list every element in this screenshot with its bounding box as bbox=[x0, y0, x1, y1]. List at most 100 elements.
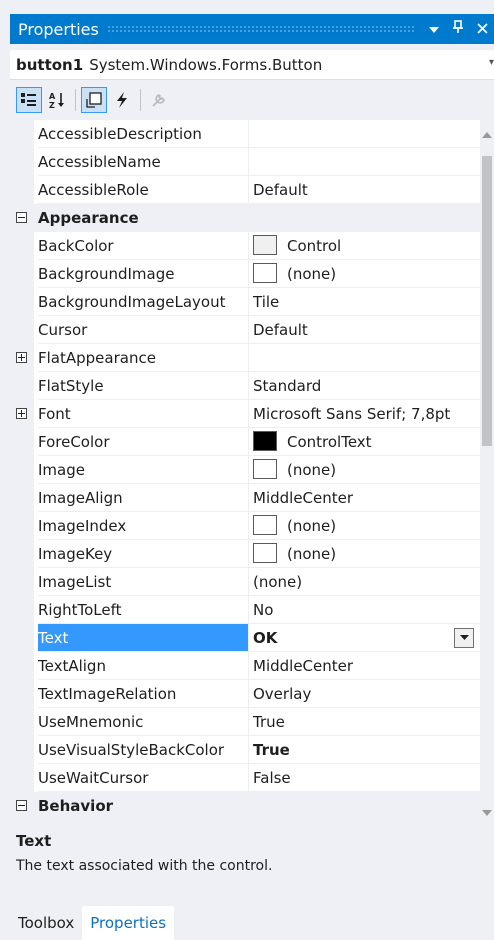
expand-icon[interactable] bbox=[16, 352, 27, 363]
chevron-down-icon[interactable]: ▾ bbox=[489, 57, 494, 68]
property-value[interactable]: True bbox=[248, 708, 480, 736]
collapse-icon[interactable] bbox=[16, 212, 27, 223]
dropdown-icon[interactable] bbox=[422, 14, 446, 44]
object-type: System.Windows.Forms.Button bbox=[89, 55, 323, 74]
property-value[interactable]: Control bbox=[248, 232, 480, 260]
property-name: AccessibleDescription bbox=[38, 120, 248, 148]
property-pages-icon bbox=[146, 87, 172, 113]
events-icon[interactable] bbox=[109, 87, 135, 113]
alphabetical-icon[interactable]: A Z bbox=[44, 87, 70, 113]
property-value[interactable] bbox=[248, 148, 480, 176]
property-value-text: (none) bbox=[253, 573, 303, 591]
property-row[interactable]: AccessibleDescription bbox=[10, 120, 480, 148]
svg-text:Z: Z bbox=[49, 101, 55, 109]
property-row[interactable]: Image (none) bbox=[10, 456, 480, 484]
properties-title-bar: Properties bbox=[10, 14, 494, 44]
description-pane: Text The text associated with the contro… bbox=[10, 828, 494, 898]
property-value[interactable]: OK bbox=[248, 624, 480, 652]
property-value[interactable]: (none) bbox=[248, 540, 480, 568]
row-gutter bbox=[10, 260, 34, 288]
close-icon[interactable] bbox=[470, 14, 494, 44]
property-name: BackgroundImageLayout bbox=[38, 288, 248, 316]
property-value[interactable] bbox=[248, 120, 480, 148]
property-value[interactable]: (none) bbox=[248, 260, 480, 288]
property-row[interactable]: Cursor Default bbox=[10, 316, 480, 344]
property-value[interactable]: Default bbox=[248, 176, 480, 204]
property-row[interactable]: ImageIndex (none) bbox=[10, 512, 480, 540]
property-name: TextAlign bbox=[38, 652, 248, 680]
property-row[interactable]: TextImageRelation Overlay bbox=[10, 680, 480, 708]
pin-icon[interactable] bbox=[446, 14, 470, 44]
dropdown-button[interactable] bbox=[454, 628, 474, 648]
property-name: ForeColor bbox=[38, 428, 248, 456]
row-gutter bbox=[10, 596, 34, 624]
property-row[interactable]: RightToLeft No bbox=[10, 596, 480, 624]
property-row[interactable]: UseVisualStyleBackColor True bbox=[10, 736, 480, 764]
row-gutter bbox=[10, 456, 34, 484]
property-value[interactable]: (none) bbox=[248, 512, 480, 540]
row-gutter bbox=[10, 316, 34, 344]
property-value-text: ControlText bbox=[287, 433, 372, 451]
property-value[interactable]: Tile bbox=[248, 288, 480, 316]
property-value[interactable]: No bbox=[248, 596, 480, 624]
property-row[interactable]: AccessibleName bbox=[10, 148, 480, 176]
property-value[interactable]: (none) bbox=[248, 568, 480, 596]
property-row[interactable]: AccessibleRole Default bbox=[10, 176, 480, 204]
description-text: The text associated with the control. bbox=[16, 858, 273, 874]
property-row[interactable]: UseMnemonic True bbox=[10, 708, 480, 736]
description-title: Text bbox=[16, 832, 52, 850]
tab-toolbox[interactable]: Toolbox bbox=[10, 906, 82, 940]
property-value[interactable] bbox=[248, 344, 480, 372]
expand-icon[interactable] bbox=[16, 408, 27, 419]
row-gutter bbox=[10, 120, 34, 148]
object-selector[interactable]: button1 System.Windows.Forms.Button ▾ bbox=[10, 50, 494, 80]
property-row[interactable]: Font Microsoft Sans Serif; 7,8pt bbox=[10, 400, 480, 428]
properties-icon[interactable] bbox=[81, 87, 107, 113]
scroll-down-icon[interactable] bbox=[482, 804, 492, 816]
property-value[interactable]: False bbox=[248, 764, 480, 792]
row-gutter bbox=[10, 232, 34, 260]
property-row[interactable]: FlatAppearance bbox=[10, 344, 480, 372]
property-row[interactable]: FlatStyle Standard bbox=[10, 372, 480, 400]
category-row[interactable]: Appearance bbox=[10, 204, 480, 232]
property-row[interactable]: ImageAlign MiddleCenter bbox=[10, 484, 480, 512]
property-row[interactable]: ForeColor ControlText bbox=[10, 428, 480, 456]
property-name: ImageAlign bbox=[38, 484, 248, 512]
scroll-up-icon[interactable] bbox=[482, 126, 492, 138]
title-grip[interactable] bbox=[106, 25, 414, 33]
row-gutter bbox=[10, 372, 34, 400]
property-value[interactable]: Default bbox=[248, 316, 480, 344]
category-row[interactable]: Behavior bbox=[10, 792, 480, 820]
categorized-icon[interactable] bbox=[16, 87, 42, 113]
property-name: Cursor bbox=[38, 316, 248, 344]
chevron-down-icon bbox=[459, 635, 469, 640]
property-grid-scrollbar[interactable] bbox=[480, 120, 494, 820]
property-value[interactable]: Overlay bbox=[248, 680, 480, 708]
property-value[interactable]: Microsoft Sans Serif; 7,8pt bbox=[248, 400, 480, 428]
property-row[interactable]: ImageKey (none) bbox=[10, 540, 480, 568]
property-value[interactable]: Standard bbox=[248, 372, 480, 400]
property-value-text: MiddleCenter bbox=[253, 489, 354, 507]
color-swatch bbox=[253, 459, 277, 479]
property-row[interactable]: BackColor Control bbox=[10, 232, 480, 260]
row-gutter bbox=[10, 148, 34, 176]
property-value[interactable]: MiddleCenter bbox=[248, 484, 480, 512]
collapse-icon[interactable] bbox=[16, 800, 27, 811]
property-value[interactable]: True bbox=[248, 736, 480, 764]
scroll-thumb[interactable] bbox=[482, 156, 492, 446]
property-row[interactable]: Text OK bbox=[10, 624, 480, 652]
property-row[interactable]: BackgroundImage (none) bbox=[10, 260, 480, 288]
property-row[interactable]: BackgroundImageLayout Tile bbox=[10, 288, 480, 316]
property-value[interactable]: ControlText bbox=[248, 428, 480, 456]
row-gutter bbox=[10, 176, 34, 204]
tab-properties[interactable]: Properties bbox=[82, 906, 175, 940]
property-row[interactable]: UseWaitCursor False bbox=[10, 764, 480, 792]
property-value[interactable]: (none) bbox=[248, 456, 480, 484]
property-row[interactable]: ImageList (none) bbox=[10, 568, 480, 596]
property-name: ImageIndex bbox=[38, 512, 248, 540]
property-value[interactable]: MiddleCenter bbox=[248, 652, 480, 680]
toolbar-separator bbox=[140, 89, 141, 111]
property-value-text: True bbox=[253, 713, 285, 731]
property-row[interactable]: TextAlign MiddleCenter bbox=[10, 652, 480, 680]
property-name: RightToLeft bbox=[38, 596, 248, 624]
